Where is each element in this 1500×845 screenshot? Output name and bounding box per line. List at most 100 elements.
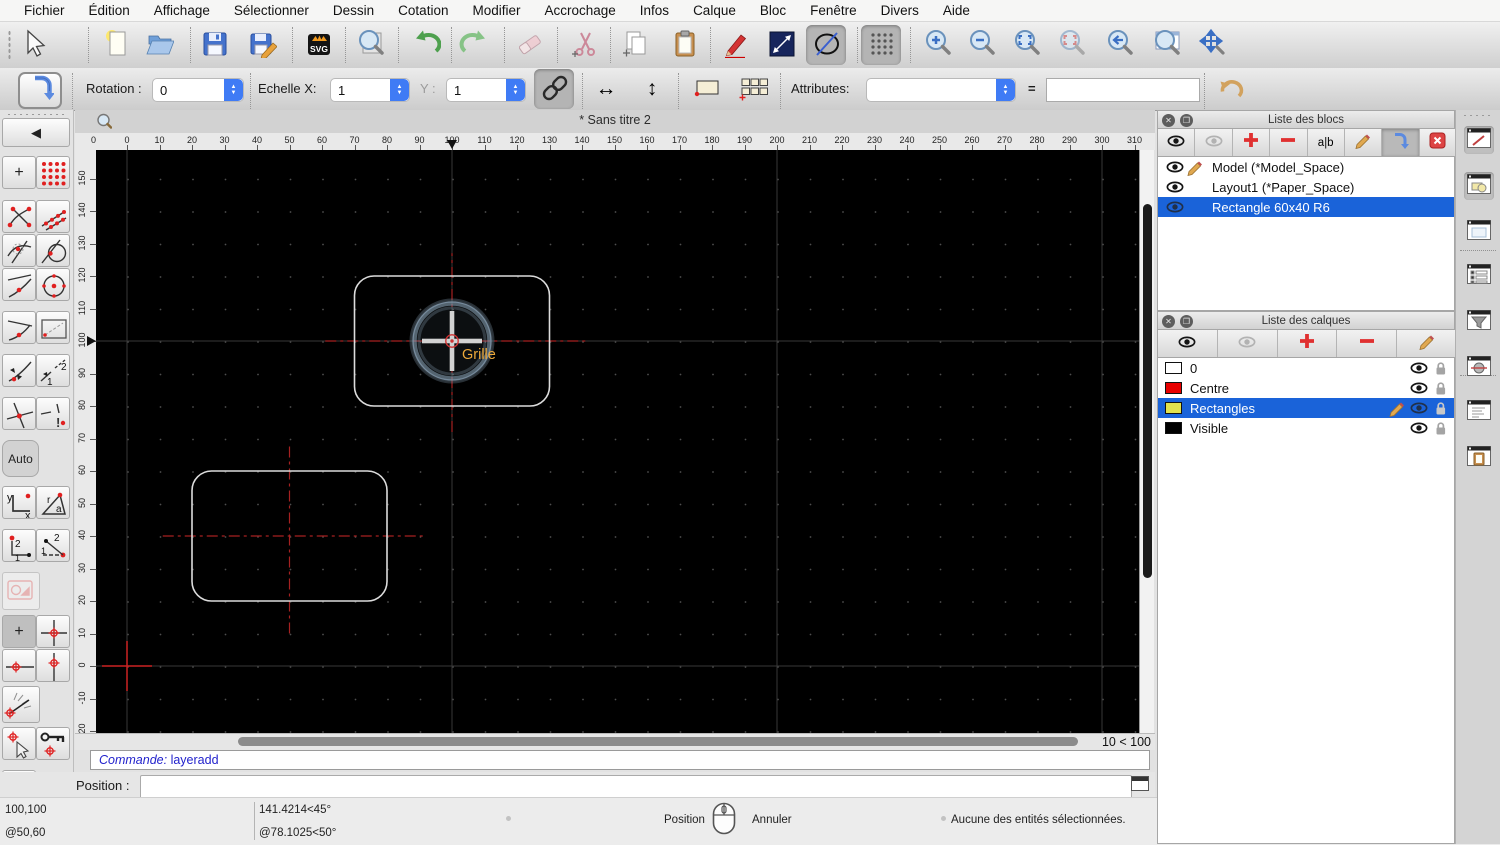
rotate-insert-button[interactable] xyxy=(18,72,62,109)
vertical-scrollbar[interactable] xyxy=(1139,150,1154,733)
draw-pencil-button[interactable] xyxy=(714,25,754,65)
block-visibility-eye-icon[interactable] xyxy=(1166,161,1184,173)
scale-x-combo[interactable]: 1 ▲ ▼ xyxy=(330,78,410,102)
command-window-toggle-button[interactable] xyxy=(1131,776,1149,791)
single-insert-button[interactable] xyxy=(688,69,726,109)
panel-command-toggle-button[interactable] xyxy=(1464,398,1494,426)
snap-center-button[interactable] xyxy=(36,268,70,301)
zoom-window-button[interactable] xyxy=(1147,25,1187,65)
layer-color-swatch[interactable] xyxy=(1165,382,1182,394)
panel-filter-toggle-button[interactable] xyxy=(1464,308,1494,336)
hide-all-layers-button[interactable] xyxy=(1218,330,1278,357)
snap-distance-button[interactable] xyxy=(2,354,36,387)
menu-cotation[interactable]: Cotation xyxy=(386,3,460,18)
remove-layer-button[interactable] xyxy=(1337,330,1398,357)
layer-color-swatch[interactable] xyxy=(1165,402,1182,414)
layer-lock-icon[interactable] xyxy=(1434,401,1454,416)
restrict-preview-button[interactable] xyxy=(2,572,40,610)
rename-block-button[interactable]: a|b xyxy=(1308,129,1345,156)
snap-intersection-x-button[interactable] xyxy=(2,397,36,430)
menu-modifier[interactable]: Modifier xyxy=(460,3,532,18)
snap-on-entity-button[interactable] xyxy=(36,200,70,233)
set-relative-zero-button[interactable] xyxy=(2,727,36,760)
vertical-scrollbar-thumb[interactable] xyxy=(1142,204,1152,578)
block-visibility-eye-icon[interactable] xyxy=(1166,181,1184,193)
ellipse-tool-button[interactable] xyxy=(806,25,846,65)
add-block-button[interactable] xyxy=(1233,129,1271,156)
snap-endpoints-button[interactable] xyxy=(2,200,36,233)
menu-aide[interactable]: Aide xyxy=(931,3,982,18)
svg-export-button[interactable]: SVG xyxy=(298,25,338,65)
horizontal-scrollbar[interactable]: 10 < 100 xyxy=(75,733,1155,750)
zoom-in-button[interactable] xyxy=(918,25,958,65)
attributes-combo[interactable]: ▲ ▼ xyxy=(866,78,1016,102)
layer-visibility-eye-icon[interactable] xyxy=(1410,382,1434,394)
remove-block-button[interactable] xyxy=(1270,129,1308,156)
coord-polar-button[interactable]: ra xyxy=(36,486,70,519)
eraser-button[interactable] xyxy=(509,25,549,65)
selection-arrow-button[interactable] xyxy=(12,25,52,65)
coord-cartesian-button[interactable]: yx xyxy=(2,486,36,519)
layer-lock-icon[interactable] xyxy=(1434,421,1454,436)
block-row[interactable]: Layout1 (*Paper_Space) xyxy=(1158,177,1454,197)
panel-library-toggle-button[interactable] xyxy=(1464,218,1494,246)
save-as-button[interactable] xyxy=(242,25,282,65)
palette-drag-handle[interactable] xyxy=(6,113,66,116)
layer-color-swatch[interactable] xyxy=(1165,422,1182,434)
zoom-auto-button[interactable] xyxy=(1007,25,1047,65)
block-row[interactable]: Rectangle 60x40 R6 xyxy=(1158,197,1454,217)
snap-grid-button[interactable] xyxy=(36,156,70,189)
menu-dition[interactable]: Édition xyxy=(77,3,142,18)
command-line[interactable]: Commande: layeradd xyxy=(90,750,1150,770)
layer-color-swatch[interactable] xyxy=(1165,362,1182,374)
detach-panel-button[interactable]: ❐ xyxy=(1180,114,1193,127)
grid-toggle-button[interactable] xyxy=(861,25,901,65)
drawing-canvas[interactable]: Grille xyxy=(96,150,1139,733)
layer-row[interactable]: 0 xyxy=(1158,358,1454,378)
horizontal-scrollbar-thumb[interactable] xyxy=(238,737,1078,746)
flip-horizontal-button[interactable]: ↔ xyxy=(588,69,624,109)
cut-button[interactable] xyxy=(564,25,604,65)
zoom-previous-button[interactable] xyxy=(1100,25,1140,65)
restrict-nothing-button[interactable]: + xyxy=(2,615,36,648)
show-all-layers-button[interactable] xyxy=(1158,330,1218,357)
undo-button[interactable] xyxy=(406,25,446,65)
position-input[interactable] xyxy=(140,775,1132,799)
stepper-icon[interactable]: ▲ ▼ xyxy=(224,79,243,101)
menu-affichage[interactable]: Affichage xyxy=(142,3,222,18)
panel-plugins-toggle-button[interactable] xyxy=(1464,354,1494,382)
block-row[interactable]: Model (*Model_Space) xyxy=(1158,157,1454,177)
layer-edit-pencil-icon[interactable] xyxy=(1388,399,1410,417)
layer-lock-icon[interactable] xyxy=(1434,361,1454,376)
zoom-out-button[interactable] xyxy=(962,25,1002,65)
open-document-button[interactable] xyxy=(139,25,179,65)
snap-free-button[interactable]: + xyxy=(2,156,36,189)
stepper-icon[interactable]: ▲ ▼ xyxy=(506,79,525,101)
snap-intersection-manual-button[interactable]: ! xyxy=(36,397,70,430)
layer-row[interactable]: Rectangles xyxy=(1158,398,1454,418)
block-visibility-eye-icon[interactable] xyxy=(1166,201,1184,213)
new-document-button[interactable] xyxy=(96,25,136,65)
close-panel-button[interactable]: ✕ xyxy=(1162,315,1175,328)
copy-button[interactable] xyxy=(615,25,655,65)
layer-visibility-eye-icon[interactable] xyxy=(1410,362,1434,374)
collapse-back-button[interactable]: ◀ xyxy=(2,118,70,147)
print-preview-button[interactable] xyxy=(351,25,391,65)
close-panel-button[interactable]: ✕ xyxy=(1162,114,1175,127)
flip-vertical-button[interactable]: ↕ xyxy=(634,69,670,109)
detach-panel-button[interactable]: ❐ xyxy=(1180,315,1193,328)
panel-layers-toggle-button[interactable] xyxy=(1464,262,1494,290)
panel-blocks-toggle-button[interactable] xyxy=(1464,172,1494,200)
menu-slectionner[interactable]: Sélectionner xyxy=(222,3,321,18)
zoom-pan-button[interactable] xyxy=(1192,25,1232,65)
attribute-value-input[interactable] xyxy=(1046,78,1200,102)
menu-divers[interactable]: Divers xyxy=(869,3,931,18)
stepper-icon[interactable]: ▲ ▼ xyxy=(390,79,409,101)
restrict-center-button[interactable] xyxy=(36,615,70,648)
edit-block-button[interactable] xyxy=(1345,129,1383,156)
menu-infos[interactable]: Infos xyxy=(628,3,681,18)
panel-clipboard-toggle-button[interactable] xyxy=(1464,444,1494,472)
snap-nearest-button[interactable] xyxy=(2,268,36,301)
redo-button[interactable] xyxy=(453,25,493,65)
block-edit-pencil-icon[interactable] xyxy=(1186,158,1206,176)
